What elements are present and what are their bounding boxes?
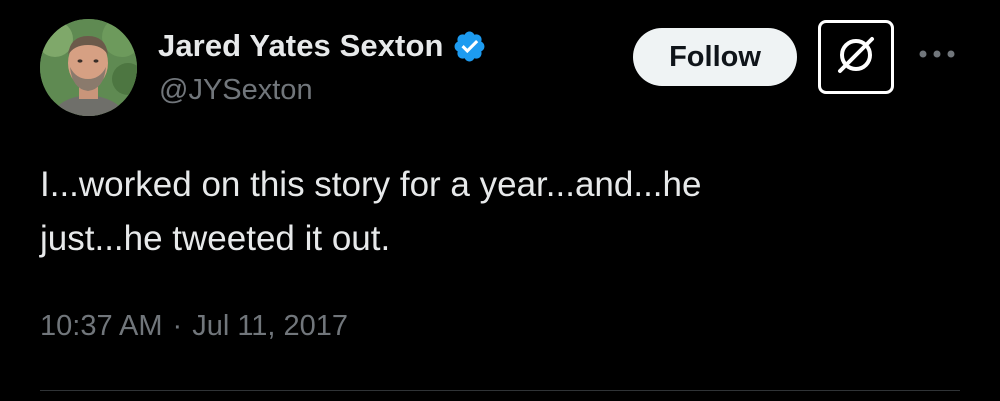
author-name-row[interactable]: Jared Yates Sexton xyxy=(158,26,487,66)
tweet-timestamp[interactable]: 10:37 AM · Jul 11, 2017 xyxy=(40,310,348,343)
more-options-button[interactable] xyxy=(915,40,959,70)
tweet-text: I...worked on this story for a year...an… xyxy=(40,165,702,258)
divider xyxy=(40,390,960,391)
tweet-date[interactable]: Jul 11, 2017 xyxy=(192,310,348,343)
verified-badge-icon[interactable] xyxy=(452,29,487,64)
follow-button[interactable]: Follow xyxy=(633,28,797,86)
grok-button[interactable] xyxy=(818,20,894,94)
tweet-card: Jared Yates Sexton @JYSexton Follow I...… xyxy=(0,0,1000,401)
more-horizontal-icon xyxy=(917,46,957,64)
meta-separator: · xyxy=(172,310,183,342)
author-display-name[interactable]: Jared Yates Sexton xyxy=(158,28,444,64)
avatar[interactable] xyxy=(40,19,137,116)
author-handle[interactable]: @JYSexton xyxy=(159,74,313,107)
grok-slash-icon xyxy=(834,33,878,82)
tweet-time[interactable]: 10:37 AM xyxy=(40,310,163,343)
